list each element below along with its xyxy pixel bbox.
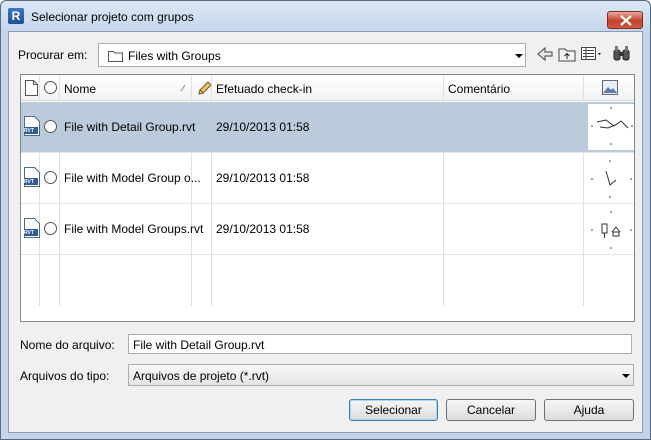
- back-icon[interactable]: [535, 44, 555, 64]
- preview-thumbnail: [588, 104, 634, 150]
- file-row[interactable]: RVT File with Model Groups.rvt 29/10/201…: [21, 204, 634, 255]
- chevron-down-icon: [622, 374, 630, 378]
- file-list[interactable]: Nome Efetuado check-in Comentário RVT Fi…: [20, 74, 635, 322]
- sort-indicator-icon: [180, 84, 186, 92]
- rvt-badge: RVT: [24, 230, 34, 236]
- document-icon: [25, 80, 38, 96]
- list-header: Nome Efetuado check-in Comentário: [21, 75, 634, 101]
- row-radio[interactable]: [44, 222, 57, 235]
- file-name-label: Nome do arquivo:: [20, 338, 115, 352]
- rvt-badge: RVT: [24, 179, 34, 185]
- file-type-label: Arquivos do tipo:: [20, 369, 110, 383]
- file-type-value: Arquivos de projeto (*.rvt): [133, 369, 270, 383]
- file-name-input[interactable]: File with Detail Group.rvt: [128, 334, 632, 354]
- folder-icon: [108, 51, 123, 62]
- look-in-label: Procurar em:: [18, 48, 88, 62]
- file-name-cell: File with Model Groups.rvt: [64, 222, 204, 236]
- checkin-cell: 29/10/2013 01:58: [216, 171, 310, 185]
- chevron-down-icon: [515, 54, 523, 58]
- file-name-cell: File with Detail Group.rvt: [64, 120, 196, 134]
- file-row[interactable]: RVT File with Model Group o... 29/10/201…: [21, 153, 634, 204]
- column-header-comment[interactable]: Comentário: [448, 82, 510, 96]
- up-folder-icon[interactable]: [557, 44, 577, 64]
- revit-app-icon: R: [8, 8, 24, 24]
- title-bar[interactable]: R Selecionar projeto com grupos: [1, 1, 650, 31]
- radio-header-icon: [44, 81, 57, 94]
- rvt-badge: RVT: [24, 128, 34, 134]
- dialog-title: Selecionar projeto com grupos: [31, 10, 194, 24]
- file-type-dropdown[interactable]: Arquivos de projeto (*.rvt): [128, 364, 634, 386]
- search-icon[interactable]: [612, 44, 632, 64]
- help-button[interactable]: Ajuda: [544, 399, 634, 421]
- row-radio[interactable]: [44, 120, 57, 133]
- checkin-cell: 29/10/2013 01:58: [216, 222, 310, 236]
- views-icon[interactable]: [580, 44, 604, 64]
- close-icon: [620, 15, 632, 26]
- image-icon: [602, 80, 618, 95]
- dialog-window: R Selecionar projeto com grupos Procurar…: [0, 0, 651, 440]
- file-name-cell: File with Model Group o...: [64, 171, 201, 185]
- file-row[interactable]: RVT File with Detail Group.rvt 29/10/201…: [21, 102, 634, 153]
- look-in-value: Files with Groups: [128, 49, 221, 63]
- column-header-checkin[interactable]: Efetuado check-in: [216, 82, 312, 96]
- preview-thumbnail: [591, 160, 632, 198]
- close-button[interactable]: [607, 11, 643, 29]
- cancel-button[interactable]: Cancelar: [446, 399, 536, 421]
- dialog-body: Procurar em: Files with Groups Nome Efet…: [8, 31, 643, 433]
- checkin-cell: 29/10/2013 01:58: [216, 120, 310, 134]
- look-in-dropdown[interactable]: Files with Groups: [98, 43, 526, 67]
- preview-thumbnail: [591, 211, 632, 249]
- open-button[interactable]: Selecionar: [349, 399, 438, 421]
- file-name-value: File with Detail Group.rvt: [133, 338, 265, 352]
- row-radio[interactable]: [44, 171, 57, 184]
- column-header-name[interactable]: Nome: [64, 82, 96, 96]
